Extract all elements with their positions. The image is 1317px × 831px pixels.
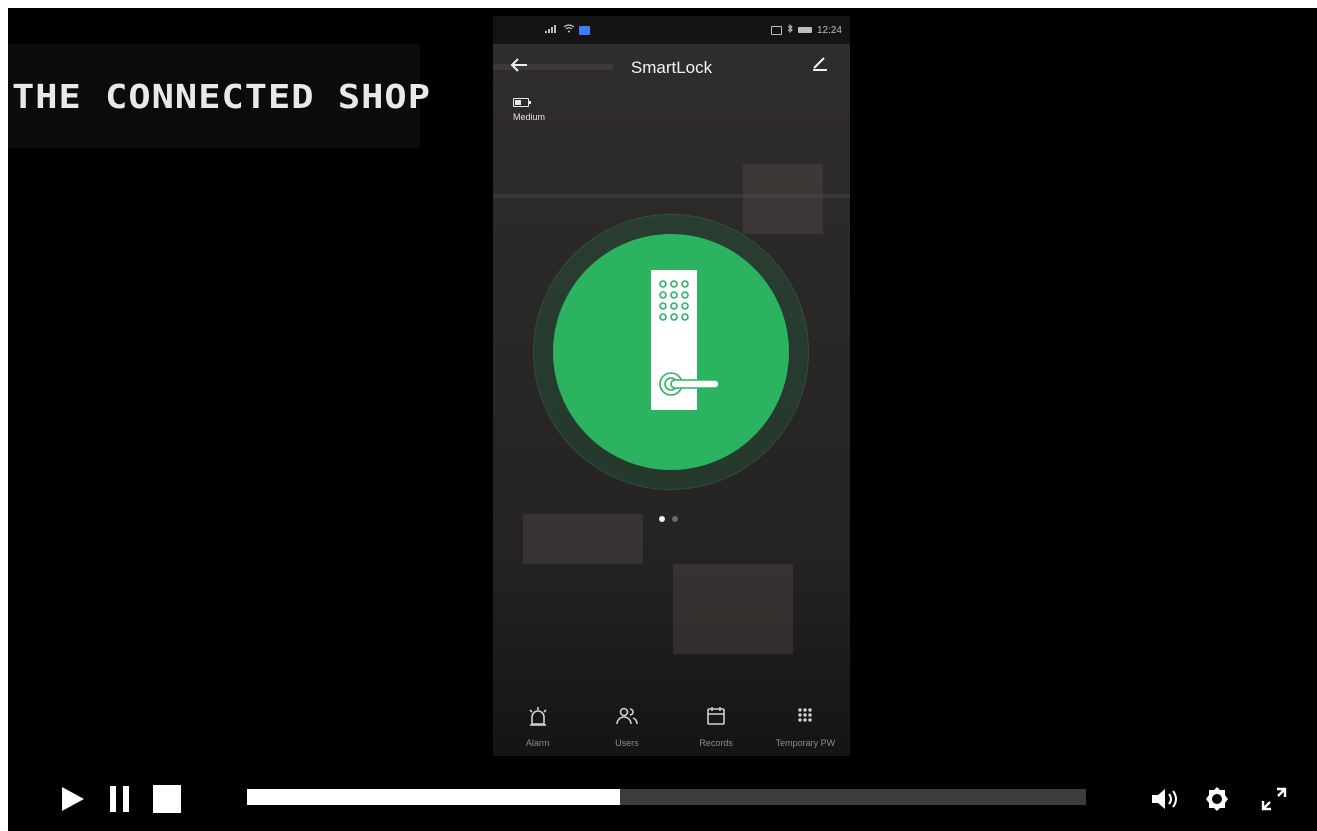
status-right-icons: 12:24 xyxy=(770,23,842,36)
edit-pencil-icon xyxy=(813,57,827,71)
wifi-icon xyxy=(563,24,575,36)
users-icon xyxy=(616,707,638,725)
expand-icon xyxy=(1261,787,1287,811)
nav-item-alarm[interactable]: Alarm xyxy=(498,696,578,756)
app-header: SmartLock xyxy=(493,44,850,94)
settings-button[interactable] xyxy=(1204,785,1230,813)
notification-icon xyxy=(579,25,590,35)
phone-battery-icon xyxy=(797,27,812,33)
nav-label-temporary-pw: Temporary PW xyxy=(775,738,836,748)
volume-icon xyxy=(1152,789,1177,809)
video-player[interactable]: THE CONNECTED SHOP 12:24 SmartLock Mediu… xyxy=(8,8,1317,831)
pause-button[interactable] xyxy=(109,785,131,813)
status-bar: 12:24 xyxy=(493,16,850,44)
page-title: SmartLock xyxy=(630,58,713,77)
bottom-navigation: Alarm Users Records Temporary PW xyxy=(493,696,850,756)
seek-bar[interactable] xyxy=(247,789,1086,805)
background-shape xyxy=(523,514,643,564)
play-button[interactable] xyxy=(60,785,86,813)
phone-screen: 12:24 SmartLock Medium Alarm Users Recor… xyxy=(493,16,850,756)
nav-item-temporary-pw[interactable]: Temporary PW xyxy=(765,696,845,756)
bluetooth-icon xyxy=(787,23,793,36)
page-dot xyxy=(672,516,678,522)
channel-logo: THE CONNECTED SHOP xyxy=(8,44,430,148)
battery-label: Medium xyxy=(513,112,546,122)
nav-item-users[interactable]: Users xyxy=(587,696,667,756)
smart-lock-icon xyxy=(651,270,720,410)
battery-status: Medium xyxy=(513,98,545,122)
nav-label-users: Users xyxy=(615,738,639,748)
signal-icon xyxy=(545,24,559,36)
status-left-icons xyxy=(545,24,590,36)
fullscreen-button[interactable] xyxy=(1259,785,1289,813)
keypad-icon xyxy=(798,708,813,722)
status-time: 12:24 xyxy=(816,24,842,36)
nfc-icon xyxy=(770,25,782,35)
gear-icon xyxy=(1206,787,1228,811)
nav-label-records: Records xyxy=(699,738,733,748)
nav-label-alarm: Alarm xyxy=(525,738,550,748)
volume-button[interactable] xyxy=(1150,785,1180,813)
nav-item-records[interactable]: Records xyxy=(676,696,756,756)
logo-text: THE CONNECTED SHOP xyxy=(12,76,431,116)
edit-button[interactable] xyxy=(810,52,838,80)
seek-progress xyxy=(247,789,621,805)
pause-icon xyxy=(110,786,129,812)
unlock-button[interactable] xyxy=(553,234,789,470)
background-shape xyxy=(743,164,823,234)
player-controls xyxy=(8,768,1317,831)
stop-button[interactable] xyxy=(153,785,181,813)
records-icon xyxy=(707,707,725,725)
battery-icon xyxy=(513,98,531,107)
page-indicator xyxy=(659,516,678,522)
alarm-icon xyxy=(529,707,547,726)
page-dot-active xyxy=(659,516,665,522)
background-shape xyxy=(673,564,793,654)
play-icon xyxy=(62,787,84,811)
